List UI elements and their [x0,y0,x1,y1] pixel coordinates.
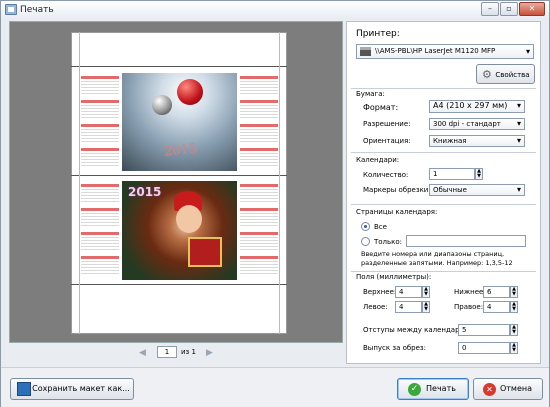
divider [351,204,536,205]
cancel-label: Отмена [499,384,533,393]
title-bar: Печать – ▫ ✕ [1,1,549,19]
month-grid [81,76,119,95]
month-grid [81,184,119,203]
month-grid [240,100,278,119]
print-button[interactable]: ✓ Печать [397,378,469,400]
properties-button[interactable]: ⚙ Свойства [476,64,535,84]
all-pages-radio[interactable] [361,222,370,231]
crop-marks-select[interactable]: Обычные [429,184,525,196]
month-grid [240,208,278,227]
pages-hint: Введите номера или диапазоны страниц, ра… [361,250,513,267]
gift-box [188,237,222,267]
printer-section-label: Принтер: [356,29,400,39]
month-grid [240,124,278,143]
crop-mark [71,175,287,176]
close-button[interactable]: ✕ [519,2,545,16]
page-number-input[interactable]: 1 [157,346,177,358]
printer-select[interactable]: \\AMS-PBL\HP LaserJet M1120 MFP [356,44,534,59]
cancel-icon: ✕ [483,383,496,396]
right-margin-stepper[interactable]: ▲ ▼ [510,301,518,313]
month-grid [240,232,278,251]
count-input[interactable]: 1 [429,168,475,180]
month-grid [81,100,119,119]
bleed-stepper[interactable]: ▲ ▼ [510,342,518,354]
crop-mark [279,32,280,334]
all-pages-label: Все [374,223,387,231]
ornament-red [177,79,203,105]
crop-mark [71,284,287,285]
orientation-label: Ориентация: [363,137,411,145]
save-layout-button[interactable]: Сохранить макет как... [10,378,134,400]
month-grid [81,232,119,251]
only-pages-label: Только: [374,238,403,246]
print-dialog: Печать – ▫ ✕ 2015 2015 ◀ 1 из 1 ▶ Принте… [0,0,550,407]
floppy-disk-icon [17,382,31,396]
resolution-select[interactable]: 300 dpi - стандарт [429,118,525,130]
month-grid [81,148,119,167]
calendar-photo-ornaments: 2015 [122,73,237,171]
top-margin-input[interactable]: 4 [395,286,422,298]
properties-label: Свойства [495,71,530,79]
month-grid [81,124,119,143]
left-margin-stepper[interactable]: ▲ ▼ [422,301,430,313]
month-grid [240,256,278,275]
save-layout-label: Сохранить макет как... [32,384,130,393]
month-grid [240,76,278,95]
bottom-margin-input[interactable]: 6 [483,286,510,298]
bottom-margin-stepper[interactable]: ▲ ▼ [510,286,518,298]
prev-page-arrow-icon[interactable]: ◀ [139,348,146,358]
format-select[interactable]: A4 (210 x 297 мм) [429,100,525,113]
divider [351,88,536,89]
spacing-input[interactable]: 5 [458,324,510,336]
bleed-label: Выпуск за обрез: [363,344,427,352]
margins-section-label: Поля (миллиметры): [356,273,432,281]
right-margin-label: Правое: [454,303,484,311]
bottom-margin-label: Нижнее: [454,288,486,296]
page-count-label: из 1 [181,348,196,356]
month-grid [240,148,278,167]
crop-marks-label: Маркеры обрезки: [363,186,431,194]
count-label: Количество: [363,171,409,179]
only-pages-input[interactable] [406,235,526,247]
paper-section-label: Бумага: [356,90,385,98]
right-margin-input[interactable]: 4 [483,301,510,313]
top-margin-label: Верхнее: [363,288,397,296]
top-margin-stepper[interactable]: ▲ ▼ [422,286,430,298]
only-pages-radio[interactable] [361,237,370,246]
format-label: Формат: [363,103,399,112]
photo-year: 2015 [163,141,198,160]
child-face [176,205,202,233]
ornament-silver [152,95,172,115]
spacing-stepper[interactable]: ▲ ▼ [510,324,518,336]
window-title: Печать [20,5,54,15]
printer-select-value: \\AMS-PBL\HP LaserJet M1120 MFP [375,47,496,55]
gear-icon: ⚙ [482,68,492,81]
orientation-select[interactable]: Книжная [429,135,525,147]
minimize-button[interactable]: – [481,2,499,16]
month-grid [81,256,119,275]
calendar-photo-child: 2015 [122,181,237,280]
calendars-section-label: Календари: [356,156,400,164]
print-label: Печать [426,384,456,393]
photo-year: 2015 [128,185,162,199]
cancel-button[interactable]: ✕ Отмена [473,378,543,400]
divider [351,152,536,153]
app-icon [5,4,17,15]
printer-icon [360,47,371,56]
crop-mark [71,66,287,67]
divider [351,271,536,272]
left-margin-label: Левое: [363,303,388,311]
bleed-input[interactable]: 0 [458,342,510,354]
resolution-label: Разрешение: [363,120,411,128]
month-grid [240,184,278,203]
maximize-button[interactable]: ▫ [500,2,518,16]
count-stepper[interactable]: ▲ ▼ [475,168,483,180]
calendar-pages-section-label: Страницы календаря: [356,208,438,216]
checkmark-icon: ✓ [408,383,421,396]
month-grid [81,208,119,227]
crop-mark [79,32,80,334]
next-page-arrow-icon[interactable]: ▶ [206,348,213,358]
left-margin-input[interactable]: 4 [395,301,422,313]
